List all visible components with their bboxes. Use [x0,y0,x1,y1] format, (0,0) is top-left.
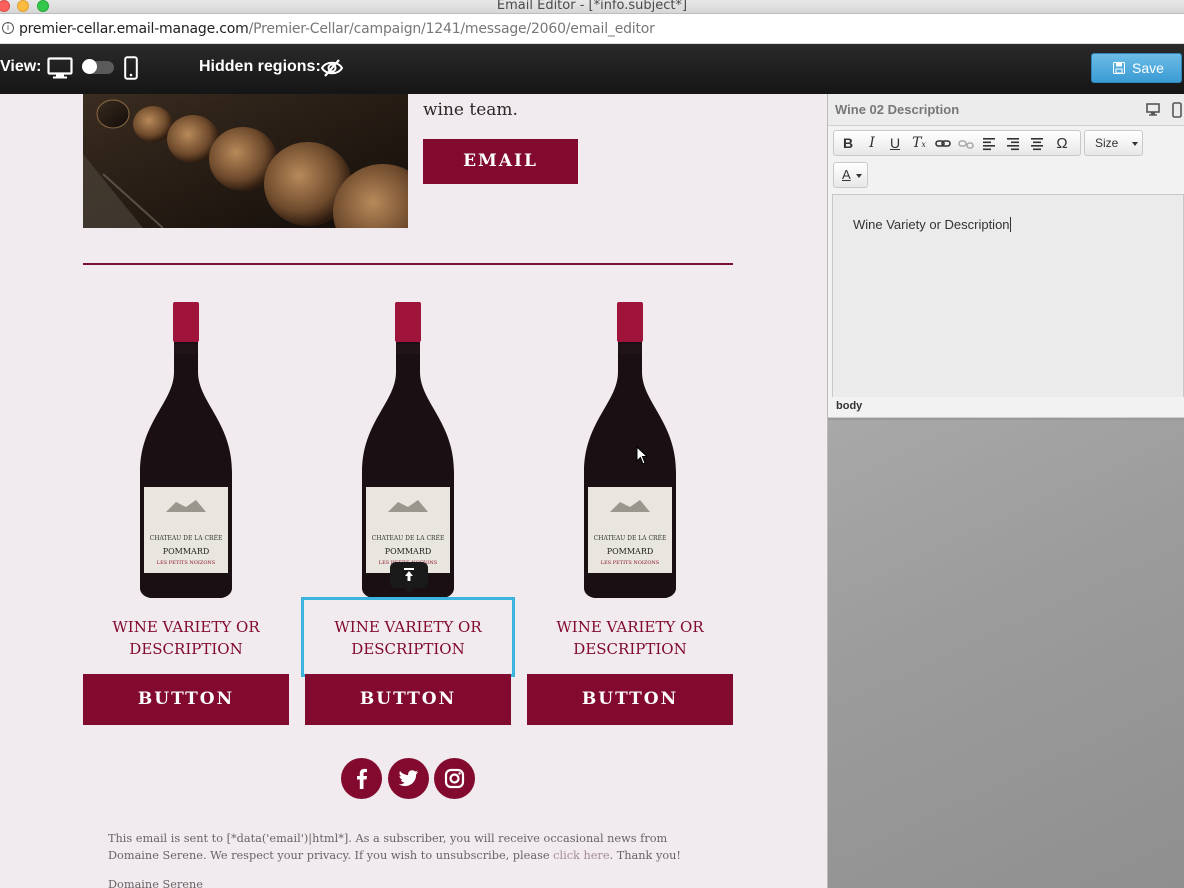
save-button-label: Save [1132,60,1164,76]
wine-button-3[interactable]: BUTTON [527,674,733,725]
bottle-label-wine: POMMARD [607,547,654,556]
desktop-view-icon[interactable] [47,57,73,79]
divider-line [83,263,733,265]
save-icon [1113,62,1125,74]
align-left-icon[interactable] [982,135,996,152]
toggle-knob [82,59,97,74]
bottle-label-name: CHATEAU DE LA CRÉE [594,534,667,542]
wine-bottle-image-1[interactable]: CHATEAU DE LA CRÉE POMMARD LES PETITS NO… [136,302,236,598]
wine-description-1[interactable]: Wine Variety or Description [83,616,289,660]
email-button[interactable]: EMAIL [423,139,578,184]
email-canvas[interactable]: wine team. EMAIL CHATEAU DE LA CRÉE POMM… [0,94,828,888]
info-icon[interactable]: i [2,22,14,34]
bottle-label-name: CHATEAU DE LA CRÉE [150,534,223,542]
url-path: /Premier-Cellar/campaign/1241/message/20… [248,21,655,37]
mobile-view-icon[interactable] [124,56,138,80]
bottle-label-sub: LES PETITS NOIZONS [157,560,216,566]
window-title: Email Editor - [*info.subject*] [496,0,688,13]
move-block-handle[interactable] [390,562,428,593]
bottle-label-wine: POMMARD [385,547,432,556]
hidden-regions-label: Hidden regions: [199,58,321,75]
link-icon[interactable] [935,135,951,152]
text-editor-area[interactable]: Wine Variety or Description [832,194,1184,398]
address-bar[interactable]: i premier-cellar.email-manage.com/Premie… [0,14,1184,44]
rich-text-editor-panel: Wine 02 Description B I U Tx Ω Size A Wi… [828,94,1184,418]
panel-title: Wine 02 Description [835,102,960,117]
mouse-cursor-icon [636,446,649,465]
formatting-toolbar: B I U Tx Ω [833,130,1081,156]
wine-description-line2: Description [129,640,243,658]
wine-barrels-image[interactable] [83,94,408,228]
desktop-icon[interactable] [1146,103,1160,116]
footer-text: This email is sent to [*data('email')|ht… [108,830,698,864]
window-title-bar: Email Editor - [*info.subject*] [0,0,1184,14]
element-path-bar: body [828,397,1184,417]
wine-bottle-image-3[interactable]: CHATEAU DE LA CRÉE POMMARD LES PETITS NO… [580,302,680,598]
mobile-icon[interactable] [1172,102,1182,118]
url-host: premier-cellar.email-manage.com [19,21,249,37]
wine-description-line1: Wine Variety or [556,618,704,636]
align-right-icon[interactable] [1006,135,1020,152]
unsubscribe-link[interactable]: click here [553,849,609,862]
wine-button-2[interactable]: BUTTON [305,674,511,725]
instagram-icon[interactable] [434,758,475,799]
bold-icon[interactable]: B [842,135,854,152]
italic-icon[interactable]: I [866,135,878,152]
eye-slash-icon[interactable] [320,57,344,79]
selected-region-outline[interactable] [301,597,515,677]
chevron-down-icon [1132,142,1138,146]
element-path[interactable]: body [836,400,862,412]
chevron-down-icon [856,174,862,178]
panel-empty-area [828,420,1184,888]
bottle-label-wine: POMMARD [163,547,210,556]
wine-bottle-image-2[interactable]: CHATEAU DE LA CRÉE POMMARD LES PETITS NO… [358,302,458,598]
view-label: View: [0,58,42,75]
text-caret [1009,217,1011,232]
wine-description-line2: Description [573,640,687,658]
footer-text-end: . Thank you! [609,849,681,862]
facebook-icon[interactable] [341,758,382,799]
footer-company: Domaine Serene [108,878,203,888]
text-color-button[interactable]: A [833,162,868,188]
properties-panel: Wine 02 Description B I U Tx Ω Size A Wi… [828,94,1184,888]
bottle-label-sub: LES PETITS NOIZONS [601,560,660,566]
view-toggle[interactable] [82,59,114,74]
text-color-icon: A [842,167,851,182]
underline-icon[interactable]: U [889,135,901,152]
move-up-icon [404,568,414,581]
special-character-icon[interactable]: Ω [1054,135,1070,152]
wine-description-3[interactable]: Wine Variety or Description [527,616,733,660]
wine-button-1[interactable]: BUTTON [83,674,289,725]
remove-format-icon[interactable]: Tx [912,135,926,152]
font-size-label: Size [1095,136,1119,150]
editor-content-text: Wine Variety or Description [853,217,1010,232]
twitter-icon[interactable] [388,758,429,799]
unlink-icon[interactable] [958,135,974,152]
panel-header: Wine 02 Description [828,94,1184,126]
align-center-icon[interactable] [1030,135,1044,152]
save-button[interactable]: Save [1091,53,1182,83]
hero-text[interactable]: wine team. [423,100,518,120]
bottle-label-name: CHATEAU DE LA CRÉE [372,534,445,542]
url-text[interactable]: premier-cellar.email-manage.com/Premier-… [19,21,655,37]
font-size-dropdown[interactable]: Size [1084,130,1143,156]
wine-description-line1: Wine Variety or [112,618,260,636]
editor-content[interactable]: Wine Variety or Description [853,217,1011,232]
editor-toolbar: View: Hidden regions: Save [0,44,1184,94]
